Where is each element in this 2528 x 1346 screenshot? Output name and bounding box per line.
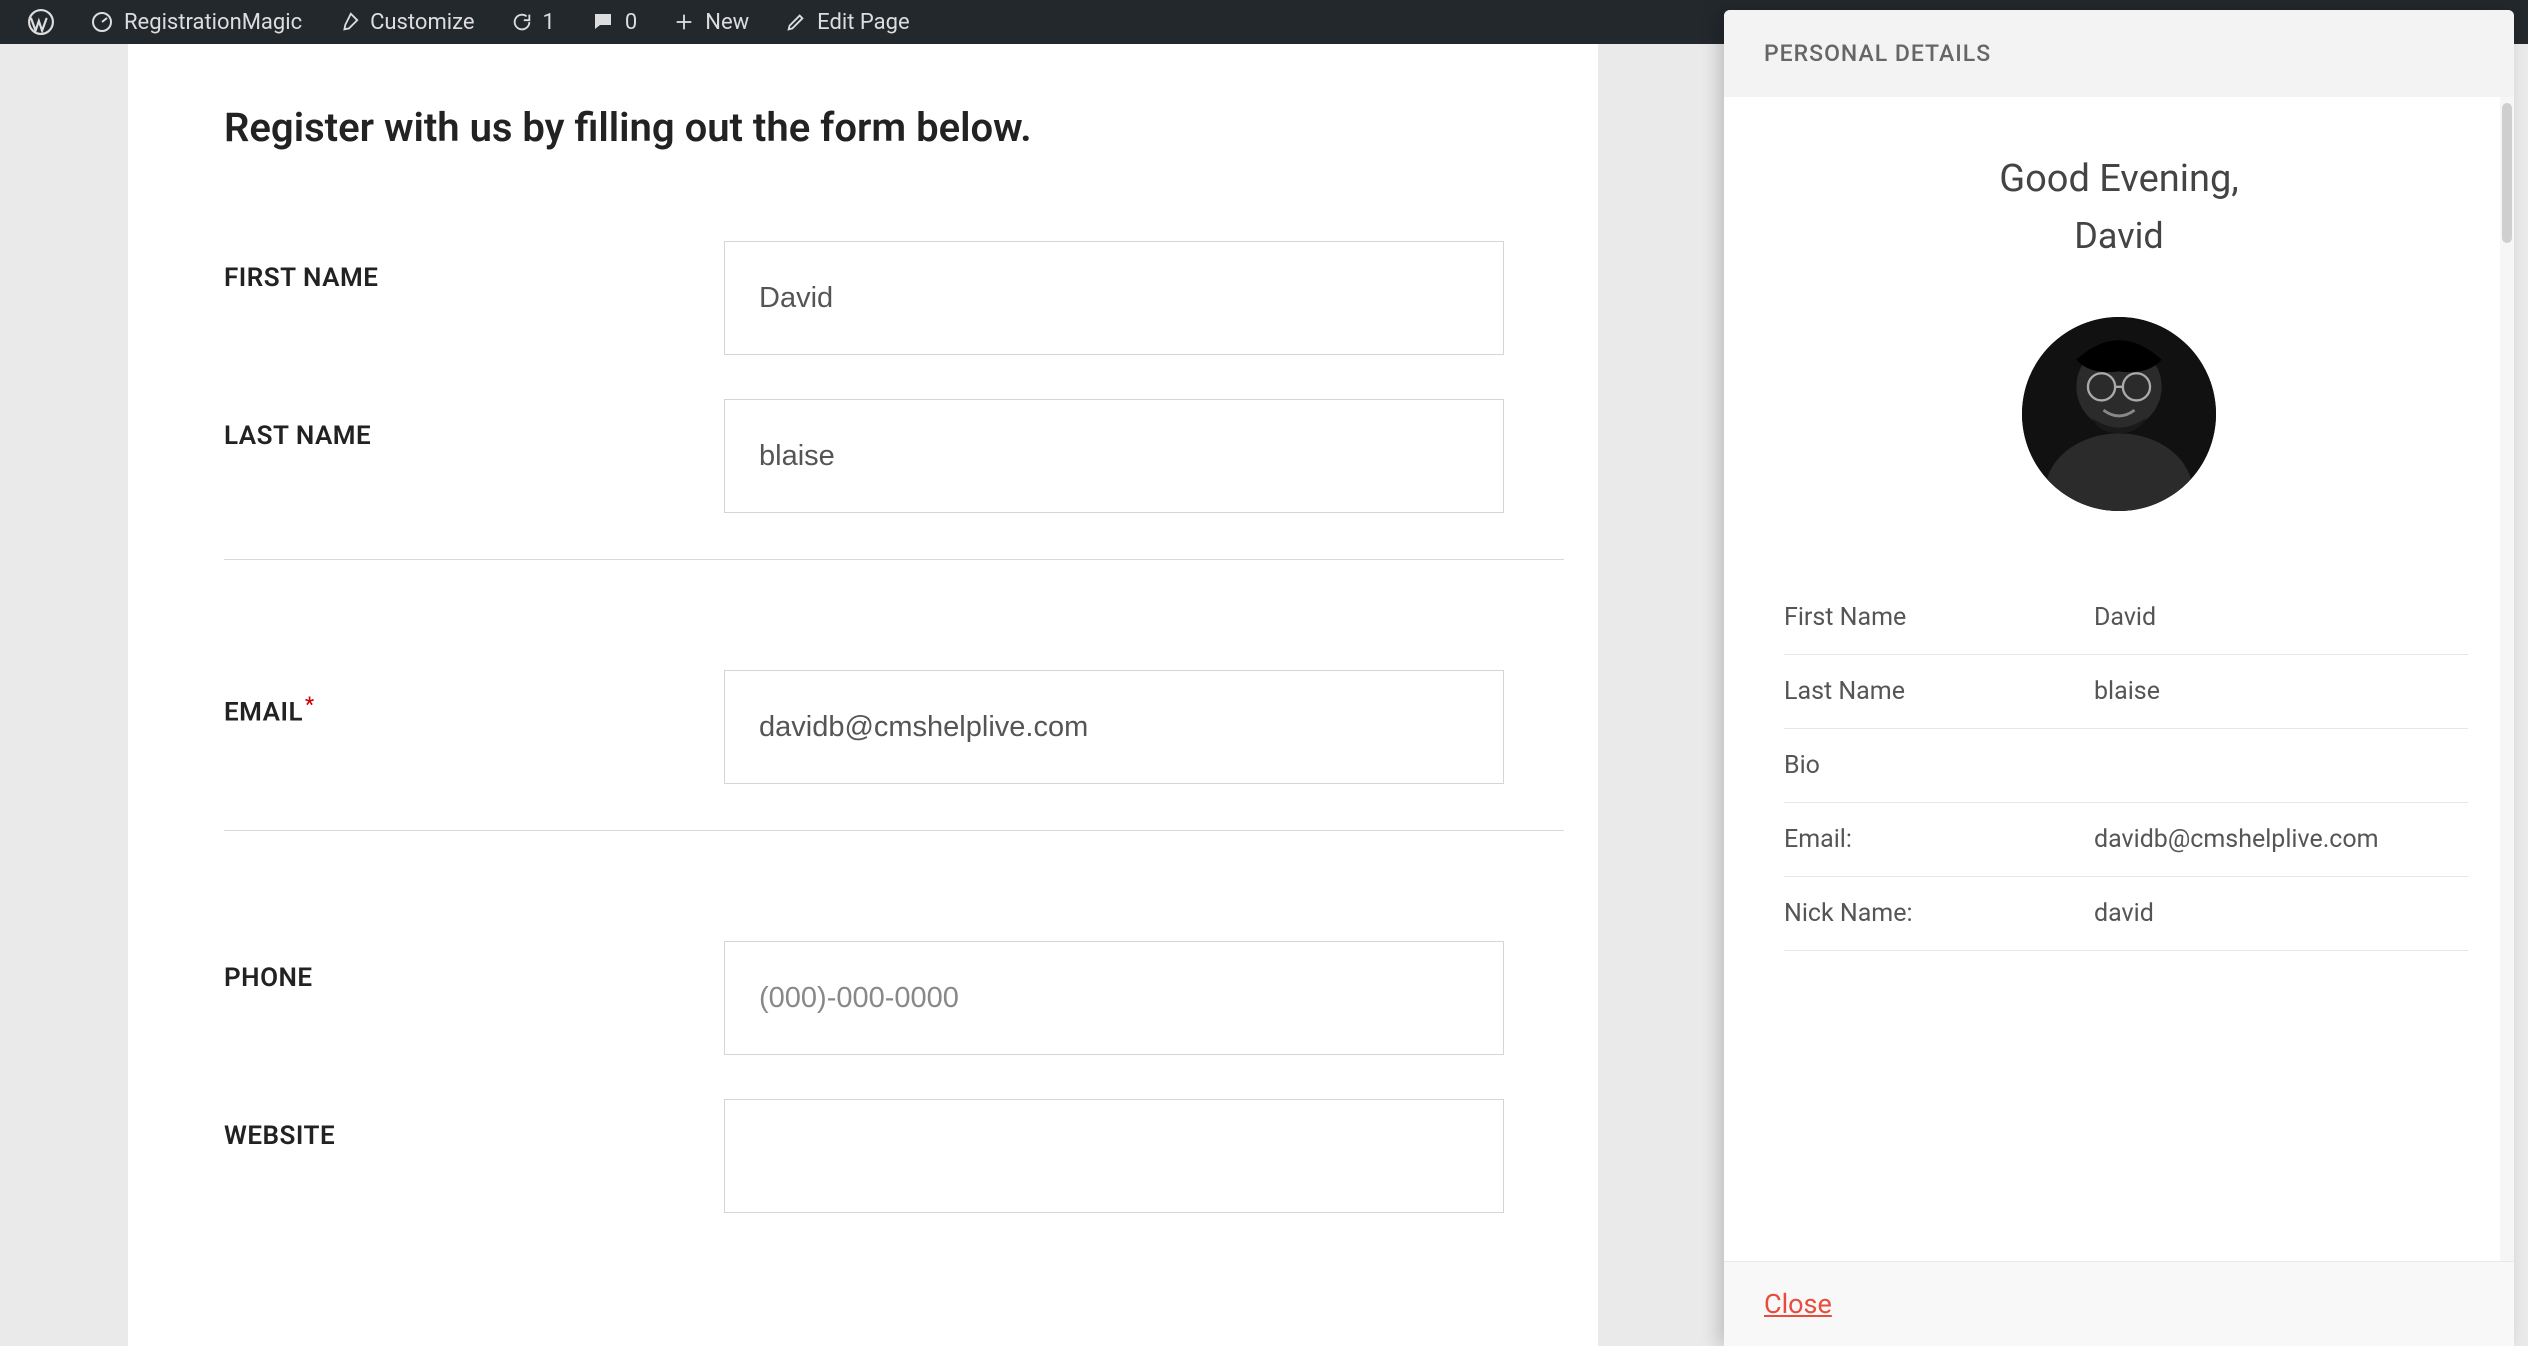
- comment-icon: [591, 10, 615, 34]
- detail-value: david: [2094, 899, 2468, 928]
- detail-row: Bio: [1784, 729, 2468, 803]
- panel-footer: Close: [1724, 1261, 2514, 1346]
- phone-label: PHONE: [224, 941, 724, 993]
- email-label-text: EMAIL: [224, 698, 303, 728]
- detail-value: [2094, 751, 2468, 780]
- detail-row: Nick Name:david: [1784, 877, 2468, 951]
- detail-row: First NameDavid: [1784, 581, 2468, 655]
- phone-input[interactable]: [724, 941, 1504, 1055]
- avatar-container: [1724, 317, 2514, 511]
- site-name-menu[interactable]: RegistrationMagic: [72, 0, 320, 44]
- last-name-input[interactable]: [724, 399, 1504, 513]
- required-mark: *: [305, 692, 314, 716]
- plus-icon: [673, 11, 695, 33]
- new-content-menu[interactable]: New: [655, 0, 767, 44]
- panel-scroll-thumb[interactable]: [2502, 103, 2512, 243]
- form-heading: Register with us by filling out the form…: [224, 104, 1498, 151]
- dashboard-icon: [90, 10, 114, 34]
- updates-menu[interactable]: 1: [493, 0, 573, 44]
- greeting-text: Good Evening,: [1724, 157, 2514, 201]
- website-input[interactable]: [724, 1099, 1504, 1213]
- detail-key: First Name: [1784, 603, 2094, 632]
- first-name-label: FIRST NAME: [224, 241, 724, 293]
- detail-row: Last Nameblaise: [1784, 655, 2468, 729]
- email-row: EMAIL*: [224, 670, 1498, 784]
- detail-row: Email:davidb@cmshelplive.com: [1784, 803, 2468, 877]
- edit-page-label: Edit Page: [817, 10, 909, 35]
- brush-icon: [338, 11, 360, 33]
- site-name-label: RegistrationMagic: [124, 10, 302, 35]
- detail-list: First NameDavidLast NameblaiseBioEmail:d…: [1784, 581, 2468, 951]
- detail-value: blaise: [2094, 677, 2468, 706]
- phone-row: PHONE: [224, 941, 1498, 1055]
- content-card: Register with us by filling out the form…: [128, 44, 1598, 1346]
- edit-page-menu[interactable]: Edit Page: [767, 0, 927, 44]
- detail-key: Bio: [1784, 751, 2094, 780]
- email-label: EMAIL*: [224, 670, 724, 728]
- detail-key: Email:: [1784, 825, 2094, 854]
- last-name-label: LAST NAME: [224, 399, 724, 451]
- first-name-row: FIRST NAME: [224, 241, 1498, 355]
- website-label: WEBSITE: [224, 1099, 724, 1151]
- customize-menu[interactable]: Customize: [320, 0, 492, 44]
- detail-value: davidb@cmshelplive.com: [2094, 825, 2468, 854]
- last-name-row: LAST NAME: [224, 399, 1498, 513]
- close-link[interactable]: Close: [1764, 1288, 1832, 1320]
- updates-count: 1: [543, 10, 555, 35]
- refresh-icon: [511, 11, 533, 33]
- detail-key: Nick Name:: [1784, 899, 2094, 928]
- wp-logo-menu[interactable]: [10, 0, 72, 44]
- wordpress-logo-icon: [28, 9, 54, 35]
- comments-count: 0: [625, 10, 637, 35]
- email-input[interactable]: [724, 670, 1504, 784]
- new-label: New: [705, 10, 749, 35]
- greeting-name: David: [1724, 215, 2514, 257]
- personal-details-panel: PERSONAL DETAILS Good Evening, David: [1724, 10, 2514, 1346]
- panel-title: PERSONAL DETAILS: [1724, 10, 2514, 97]
- detail-key: Last Name: [1784, 677, 2094, 706]
- comments-menu[interactable]: 0: [573, 0, 655, 44]
- website-row: WEBSITE: [224, 1099, 1498, 1213]
- first-name-input[interactable]: [724, 241, 1504, 355]
- customize-label: Customize: [370, 10, 474, 35]
- panel-body: Good Evening, David First NameDavidLast …: [1724, 97, 2514, 1261]
- avatar: [2022, 317, 2216, 511]
- pencil-icon: [785, 11, 807, 33]
- detail-value: David: [2094, 603, 2468, 632]
- panel-scrollbar[interactable]: [2500, 97, 2514, 1261]
